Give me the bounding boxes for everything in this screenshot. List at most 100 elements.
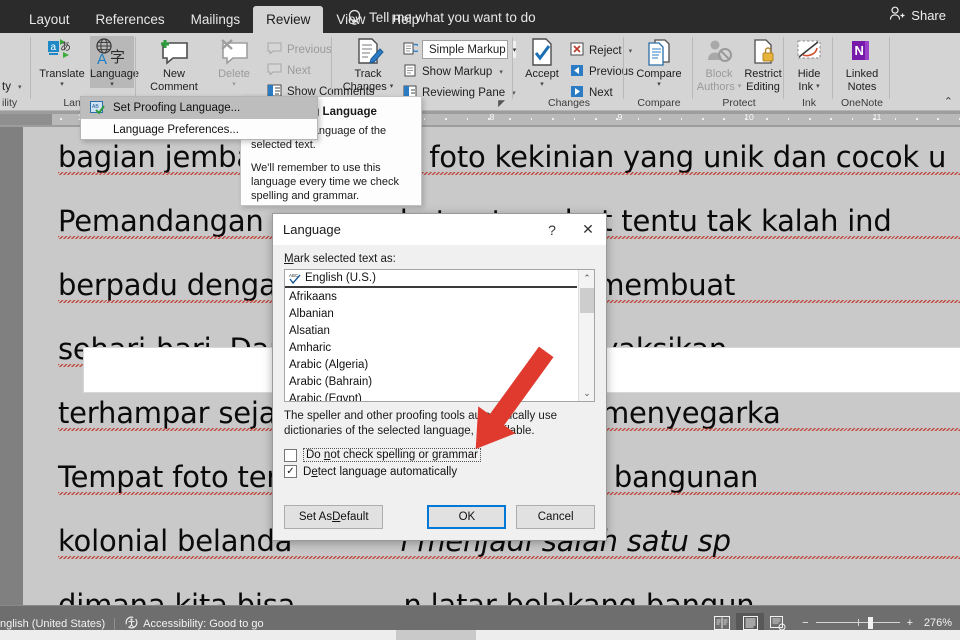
language-list-item[interactable]: Arabic (Algeria) [285, 356, 577, 373]
ribbon-group-changes: Accept ▾ Reject ▾ Previous Next Changes [514, 33, 634, 111]
language-list-item[interactable]: Amharic [285, 339, 577, 356]
close-icon[interactable]: ✕ [570, 214, 606, 245]
scrollbar-thumb[interactable] [580, 288, 594, 313]
do-not-check-row[interactable]: Do not check spelling or grammar [284, 448, 595, 462]
zoom-in-button[interactable]: + [907, 617, 913, 629]
restrict-editing-button[interactable]: Restrict Editing [742, 36, 784, 93]
compare-button[interactable]: Compare ▾ [629, 36, 689, 88]
ribbon-group-ink: Hide Ink ▾ Ink [785, 33, 833, 111]
delete-comment-icon [209, 36, 259, 68]
language-list-item-label: English (U.S.) [305, 272, 376, 284]
language-button[interactable]: A 字 Language ▾ [90, 36, 139, 88]
hide-ink-label-2: Ink [798, 80, 814, 93]
menu-item-language-preferences[interactable]: Language Preferences... [81, 119, 317, 141]
zoom-out-button[interactable]: − [802, 617, 808, 629]
scroll-down-icon[interactable]: ⌄ [579, 385, 594, 401]
ruler-tick [830, 118, 832, 120]
zoom-control[interactable]: − + 276% [802, 616, 952, 629]
taskbar-strip [0, 630, 960, 640]
onenote-icon: N [836, 36, 888, 68]
svg-text:字: 字 [110, 49, 125, 66]
language-list-item-label: Arabic (Bahrain) [289, 375, 373, 388]
ruler-tick [530, 118, 533, 120]
menu-item-set-proofing-language[interactable]: AB Set Proofing Language... [81, 97, 317, 119]
tracking-dialog-launcher[interactable]: ◤ [498, 98, 505, 109]
previous-comment-button: Previous [267, 42, 332, 57]
ruler-tick [723, 118, 725, 120]
ribbon-tab-layout[interactable]: Layout [16, 7, 83, 33]
ribbon-tab-mailings[interactable]: Mailings [178, 7, 254, 33]
ribbon-tab-review[interactable]: Review [253, 6, 324, 33]
cancel-button[interactable]: Cancel [516, 505, 595, 529]
ruler-number: 8 [489, 112, 495, 122]
help-button[interactable]: ? [534, 214, 570, 245]
document-line-text: Pemandangan [58, 204, 264, 238]
compare-group-label: Compare [637, 97, 681, 109]
linked-notes-button[interactable]: N Linked Notes [836, 36, 888, 93]
group-divider [331, 37, 332, 99]
delete-comment-button[interactable]: Delete ▾ [209, 36, 259, 88]
word-window: Layout References Mailings Review View Help T… [0, 0, 960, 640]
share-button[interactable]: Share [889, 6, 946, 24]
ribbon-tab-bar: Layout References Mailings Review View Help T… [0, 0, 960, 33]
clipped-caret-row[interactable]: ty ▾ [2, 81, 21, 93]
show-markup-button[interactable]: Show Markup ▾ [403, 64, 503, 80]
ribbon-group-compare: Compare ▾ Compare [625, 33, 693, 111]
detect-language-checkbox[interactable]: ✓ [284, 465, 297, 478]
language-list-item-label: Arabic (Algeria) [289, 358, 369, 371]
tell-me-box[interactable]: Tell me what you want to do [347, 4, 536, 30]
zoom-percentage[interactable]: 276% [920, 617, 952, 629]
dialog-title-bar: Language ? ✕ [273, 214, 606, 245]
chevron-down-icon: ▾ [816, 83, 820, 91]
group-divider [783, 37, 784, 99]
new-comment-label-2: Comment [150, 80, 198, 93]
do-not-check-checkbox[interactable] [284, 448, 297, 462]
chevron-down-icon: ▾ [17, 84, 22, 91]
accept-button[interactable]: Accept ▾ [518, 36, 566, 88]
language-list-item[interactable]: Albanian [285, 305, 577, 322]
new-comment-label-1: New [162, 68, 185, 80]
language-list-item[interactable]: Arabic (Egypt) [285, 390, 577, 402]
status-language[interactable]: nglish (United States) [0, 618, 116, 630]
ok-button[interactable]: OK [427, 505, 507, 529]
language-list-item[interactable]: Alsatian [285, 322, 577, 339]
previous-comment-label: Previous [287, 43, 332, 56]
lightbulb-icon [347, 9, 362, 26]
language-list-item[interactable]: ABC English (U.S.) [285, 270, 577, 288]
ribbon-tab-references[interactable]: References [83, 7, 178, 33]
listbox-scrollbar[interactable]: ⌃ ⌄ [578, 270, 594, 401]
zoom-slider[interactable] [815, 616, 900, 629]
spelling-error-underline [58, 556, 960, 559]
zoom-slider-thumb[interactable] [867, 616, 873, 629]
svg-text:A: A [97, 51, 107, 66]
mark-selected-text-label: Mark selected text as: [284, 253, 396, 265]
ruler-tick [873, 118, 875, 120]
language-list-item-label: Afrikaans [289, 290, 337, 303]
track-changes-button[interactable]: Track Changes ▾ [339, 36, 397, 93]
group-divider [889, 37, 890, 99]
markup-mode-dropdown[interactable]: Simple Markup ▾ [422, 40, 517, 59]
detect-language-label: Detect language automatically [303, 465, 458, 478]
new-comment-button[interactable]: New Comment [143, 36, 205, 93]
group-divider [135, 37, 136, 99]
set-as-default-button[interactable]: Set As Default [284, 505, 384, 529]
scroll-up-icon[interactable]: ⌃ [579, 270, 594, 286]
document-line-text: dimana kita bisa [58, 588, 296, 605]
document-line-text-2: bot foto kekinian yang unik dan cocok u [373, 140, 947, 174]
reject-label: Reject [589, 44, 622, 57]
language-list-item[interactable]: Arabic (Bahrain) [285, 373, 577, 390]
ruler-tick [552, 118, 554, 120]
chevron-down-icon: ▾ [232, 80, 236, 88]
hide-ink-button[interactable]: Hide Ink ▾ [785, 36, 833, 93]
language-list-item[interactable]: Afrikaans [285, 288, 577, 305]
show-markup-label: Show Markup [422, 66, 493, 78]
translate-button[interactable]: a あ Translate ▾ [34, 36, 90, 88]
group-divider [832, 37, 833, 99]
dialog-description: The speller and other proofing tools aut… [284, 410, 557, 437]
ruler-number: 9 [617, 112, 623, 122]
language-listbox[interactable]: ABC English (U.S.) Afrikaans Albanian Alsati… [284, 269, 595, 402]
detect-language-row[interactable]: ✓ Detect language automatically [284, 465, 595, 478]
language-list-item-label: Amharic [289, 341, 332, 354]
collapse-ribbon-button[interactable]: ⌃ [944, 95, 953, 108]
restrict-editing-icon [742, 36, 784, 68]
